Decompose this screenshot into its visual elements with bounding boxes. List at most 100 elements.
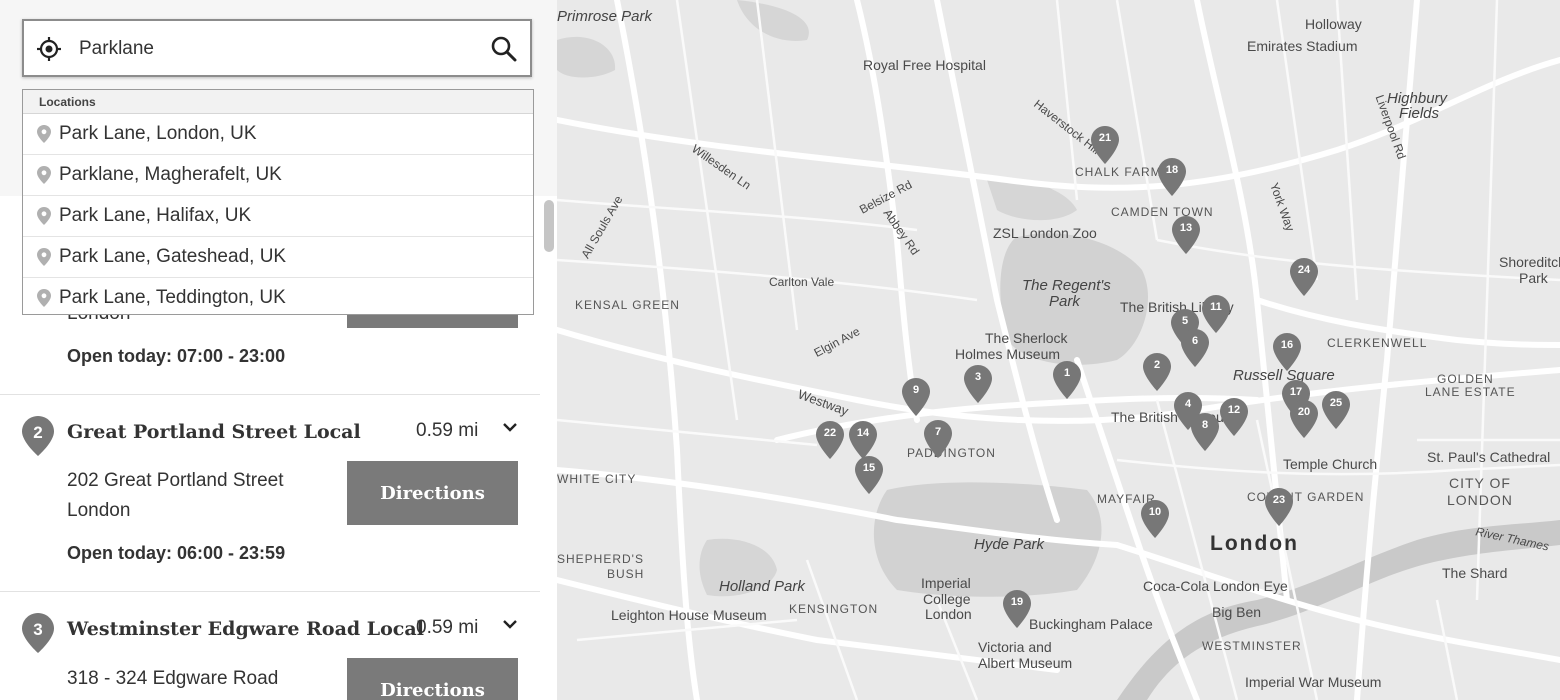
map-label: The Sherlock (985, 330, 1068, 346)
pin-icon (37, 125, 51, 143)
store-marker[interactable]: 7 (924, 420, 952, 458)
map-label: London (1210, 532, 1299, 555)
map-label: Primrose Park (557, 8, 653, 25)
map-label: Hyde Park (974, 536, 1045, 553)
pin-icon (37, 248, 51, 266)
pin-icon (37, 289, 51, 307)
store-marker[interactable]: 6 (1181, 329, 1209, 367)
suggestions-header: Locations (23, 90, 533, 114)
map-label: St. Paul's Cathedral (1427, 449, 1551, 465)
store-marker[interactable]: 13 (1172, 216, 1200, 254)
map-view[interactable]: Holloway Emirates Stadium Royal Free Hos… (557, 0, 1560, 700)
location-suggestions: Locations Park Lane, London, UK Parklane… (22, 89, 534, 315)
store-distance: 0.59 mi (416, 617, 479, 638)
map-label: Shoreditch (1499, 254, 1560, 270)
map-label: The Shard (1442, 565, 1508, 581)
map-label: Leighton House Museum (611, 607, 767, 623)
chevron-down-icon[interactable] (500, 421, 520, 435)
map-label: KENSINGTON (789, 602, 879, 616)
store-name[interactable]: Great Portland Street Local (67, 421, 361, 443)
map-label: Buckingham Palace (1029, 616, 1153, 632)
map-label: College (923, 591, 971, 607)
store-marker[interactable]: 8 (1191, 413, 1219, 451)
store-number: 2 (33, 423, 42, 442)
store-marker[interactable]: 15 (855, 456, 883, 494)
directions-button[interactable]: Directions (347, 461, 518, 525)
map-label: LONDON (1447, 492, 1513, 508)
map-label: Carlton Vale (769, 275, 835, 289)
map-label: Emirates Stadium (1247, 38, 1358, 54)
store-number: 3 (33, 620, 42, 639)
store-address-line2: London (67, 500, 131, 521)
store-number-badge: 2 (22, 416, 54, 456)
map-label: WHITE CITY (557, 472, 637, 486)
store-marker[interactable]: 3 (964, 365, 992, 403)
suggestion-item[interactable]: Park Lane, London, UK (23, 114, 533, 155)
store-locator-panel: Parklane Locations Park Lane, London, UK… (0, 0, 557, 700)
store-number-badge: 3 (22, 613, 54, 653)
map-label: Park (1519, 270, 1548, 286)
store-hours: Open today: 06:00 - 23:59 (67, 543, 286, 563)
map-label: Victoria and (978, 639, 1052, 655)
suggestion-text[interactable]: Park Lane, Teddington, UK (59, 287, 286, 309)
map-label: Holloway (1305, 16, 1362, 32)
store-marker[interactable]: 10 (1141, 500, 1169, 538)
suggestion-text[interactable]: Park Lane, Halifax, UK (59, 205, 251, 227)
suggestion-item[interactable]: Park Lane, Gateshead, UK (23, 237, 533, 278)
search-icon[interactable] (490, 35, 518, 63)
suggestion-text[interactable]: Park Lane, Gateshead, UK (59, 246, 286, 268)
store-distance: 0.59 mi (416, 420, 479, 441)
map-label: Holmes Museum (955, 346, 1061, 362)
store-marker[interactable]: 1 (1053, 361, 1081, 399)
store-marker[interactable]: 16 (1273, 333, 1301, 371)
map-label: CLERKENWELL (1327, 336, 1428, 350)
store-list-item[interactable]: 2 Great Portland Street Local 0.59 mi 20… (0, 394, 540, 592)
suggestion-item[interactable]: Park Lane, Teddington, UK (23, 278, 533, 318)
chevron-down-icon[interactable] (500, 618, 520, 632)
map-label: GOLDEN (1437, 372, 1494, 386)
pin-icon (37, 207, 51, 225)
store-marker[interactable]: 2 (1143, 353, 1171, 391)
store-marker[interactable]: 19 (1003, 590, 1031, 628)
store-name[interactable]: Westminster Edgware Road Local (67, 618, 424, 640)
suggestion-text[interactable]: Parklane, Magherafelt, UK (59, 164, 282, 186)
map-label: Albert Museum (978, 655, 1073, 671)
store-marker[interactable]: 18 (1158, 158, 1186, 196)
store-marker[interactable]: 25 (1322, 391, 1350, 429)
pin-icon (37, 166, 51, 184)
map-label: Imperial War Museum (1245, 674, 1382, 690)
store-marker[interactable]: 9 (902, 378, 930, 416)
map-label: LANE ESTATE (1425, 385, 1516, 399)
map-label: Temple Church (1283, 456, 1378, 472)
store-address-line1: 202 Great Portland Street (67, 470, 284, 491)
map-label: WESTMINSTER (1202, 639, 1302, 653)
map-label: ZSL London Zoo (993, 225, 1097, 241)
suggestion-text[interactable]: Park Lane, London, UK (59, 123, 257, 145)
suggestion-item[interactable]: Parklane, Magherafelt, UK (23, 155, 533, 196)
map-label: KENSAL GREEN (575, 298, 680, 312)
store-list-item[interactable]: 3 Westminster Edgware Road Local 0.59 mi… (0, 591, 540, 700)
store-marker[interactable]: 24 (1290, 258, 1318, 296)
search-input[interactable]: Parklane (22, 19, 532, 77)
crosshair-icon[interactable] (36, 36, 62, 62)
store-address-line1: 318 - 324 Edgware Road (67, 668, 279, 689)
store-marker[interactable]: 12 (1220, 398, 1248, 436)
map-label: BUSH (607, 567, 645, 581)
store-marker[interactable]: 11 (1202, 295, 1230, 333)
directions-button[interactable]: Directions (347, 658, 518, 700)
store-marker[interactable]: 21 (1091, 126, 1119, 164)
map-label: Coca-Cola London Eye (1143, 578, 1288, 594)
store-hours: Open today: 07:00 - 23:00 (67, 346, 286, 366)
map-label: Park (1049, 293, 1080, 310)
store-marker[interactable]: 14 (849, 421, 877, 459)
suggestion-item[interactable]: Park Lane, Halifax, UK (23, 196, 533, 237)
map-label: Big Ben (1212, 604, 1262, 620)
map-label: Royal Free Hospital (863, 57, 986, 73)
scrollbar-thumb[interactable] (544, 200, 554, 252)
search-input-value[interactable]: Parklane (79, 38, 154, 60)
map-label: CITY OF (1449, 475, 1511, 491)
store-marker[interactable]: 20 (1290, 400, 1318, 438)
store-marker[interactable]: 23 (1265, 488, 1293, 526)
map-label: CHALK FARM (1075, 165, 1162, 179)
store-marker[interactable]: 22 (816, 421, 844, 459)
